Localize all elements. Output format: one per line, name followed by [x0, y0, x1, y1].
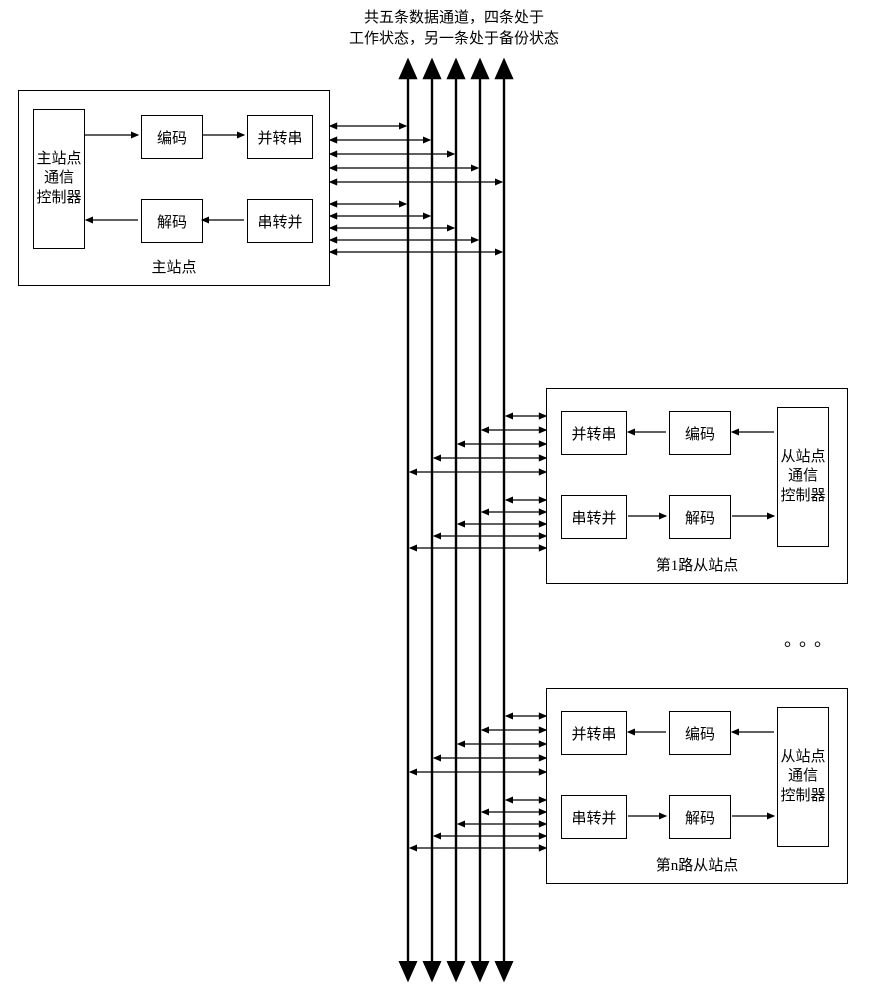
- bus-channels: [408, 60, 504, 980]
- ellipsis-icon: 。。。: [784, 626, 838, 652]
- master-s2p: 串转并: [247, 199, 313, 243]
- slave1-station: 并转串 编码 串转并 解码 从站点 通信 控制器 第1路从站点: [546, 388, 848, 584]
- slave1-decode: 解码: [669, 495, 731, 539]
- slave1-s2p: 串转并: [561, 495, 627, 539]
- caption-line1: 共五条数据通道，四条处于: [364, 10, 544, 26]
- slaven-encode: 编码: [669, 711, 731, 755]
- slaven-decode: 解码: [669, 795, 731, 839]
- master-station: 主站点 通信 控制器 编码 并转串 解码 串转并 主站点: [18, 90, 330, 286]
- caption-line2: 工作状态，另一条处于备份状态: [349, 31, 559, 47]
- slaven-controller: 从站点 通信 控制器: [777, 707, 829, 847]
- master-controller: 主站点 通信 控制器: [33, 109, 85, 249]
- bus-caption: 共五条数据通道，四条处于 工作状态，另一条处于备份状态: [324, 8, 584, 50]
- master-decode: 解码: [141, 199, 203, 243]
- slaven-station: 并转串 编码 串转并 解码 从站点 通信 控制器 第n路从站点: [546, 688, 848, 884]
- master-encode: 编码: [141, 115, 203, 159]
- slaven-p2s: 并转串: [561, 711, 627, 755]
- slave1-title: 第1路从站点: [547, 554, 847, 575]
- slaven-title: 第n路从站点: [547, 854, 847, 875]
- slave1-controller: 从站点 通信 控制器: [777, 407, 829, 547]
- slave1-p2s: 并转串: [561, 411, 627, 455]
- master-p2s: 并转串: [247, 115, 313, 159]
- slaven-s2p: 串转并: [561, 795, 627, 839]
- slave1-encode: 编码: [669, 411, 731, 455]
- master-title: 主站点: [19, 256, 329, 277]
